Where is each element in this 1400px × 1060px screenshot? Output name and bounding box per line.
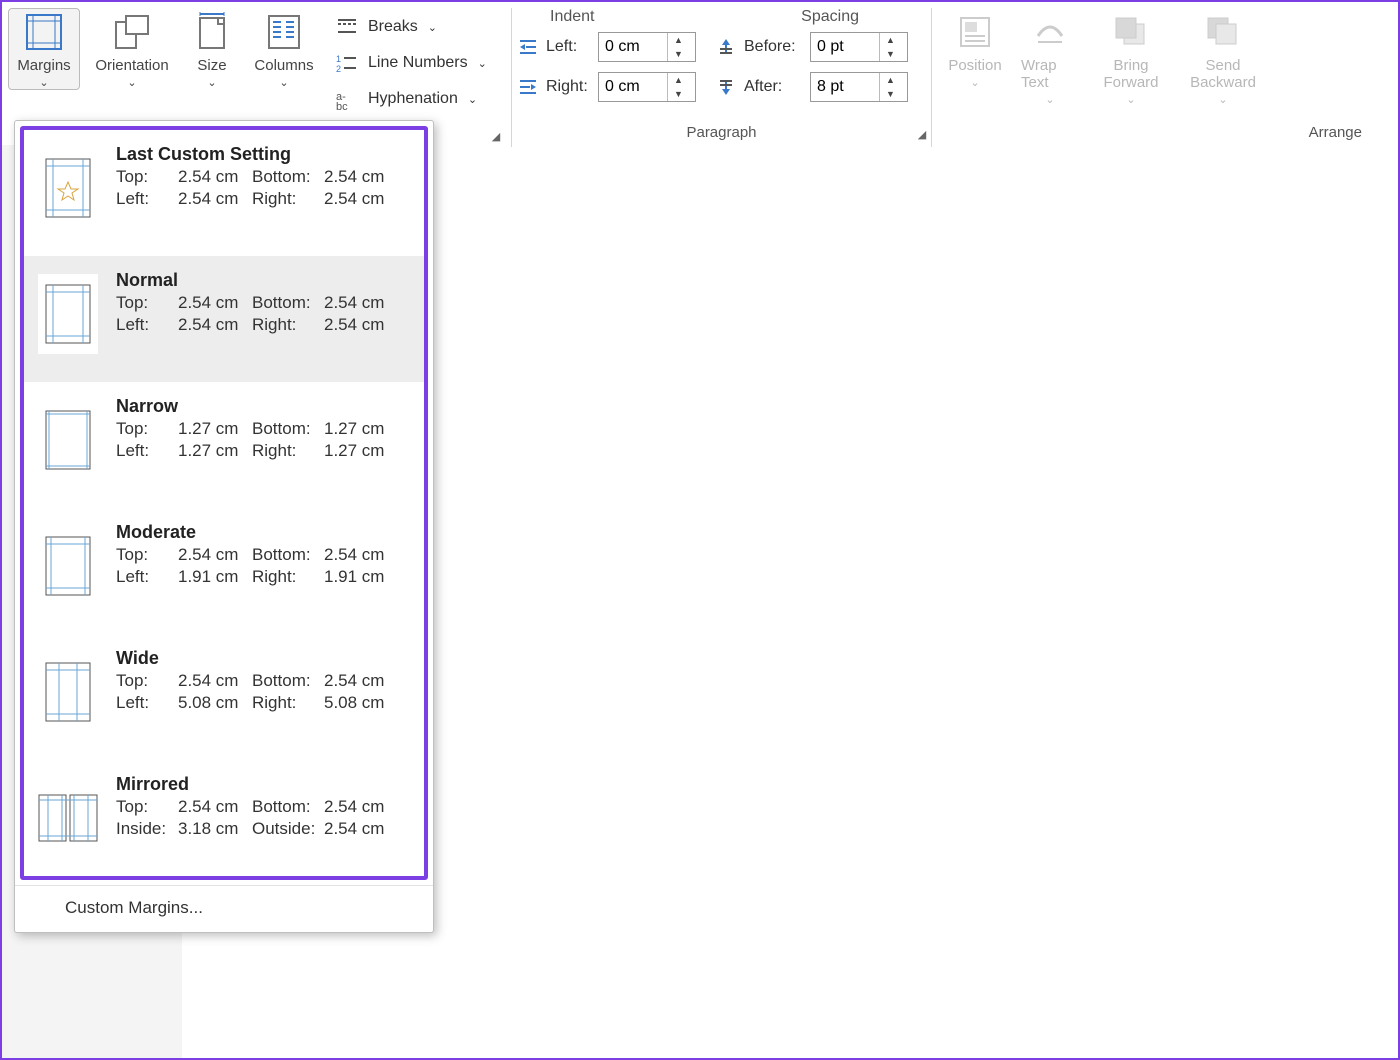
spinner-arrows[interactable]: ▲▼	[879, 33, 901, 61]
chevron-down-icon: ⌄	[279, 78, 288, 89]
spacing-after-icon	[716, 77, 738, 97]
line-numbers-button[interactable]: 12 Line Numbers ⌄	[334, 48, 487, 78]
indent-left-input[interactable]: ▲▼	[598, 32, 696, 62]
indent-right-input[interactable]: ▲▼	[598, 72, 696, 102]
margins-icon	[24, 11, 64, 53]
margin-option-moderate[interactable]: Moderate Top:2.54 cm Bottom:2.54 cm Left…	[24, 508, 424, 634]
margin-thumb-icon	[38, 274, 98, 354]
breaks-button[interactable]: Breaks ⌄	[334, 12, 487, 42]
columns-label: Columns	[254, 57, 313, 74]
chevron-down-icon: ⌄	[1045, 95, 1054, 106]
chevron-down-icon: ⌄	[39, 78, 48, 89]
page-setup-launcher[interactable]: ◢	[489, 129, 503, 143]
spinner-arrows[interactable]: ▲▼	[879, 73, 901, 101]
margin-option-mirrored[interactable]: Mirrored Top:2.54 cm Bottom:2.54 cm Insi…	[24, 760, 424, 876]
group-paragraph: Indent Spacing Left: ▲▼ Before:	[512, 8, 932, 147]
bring-forward-icon	[1112, 11, 1150, 53]
orientation-icon	[112, 11, 152, 53]
chevron-down-icon: ⌄	[127, 78, 136, 89]
spinner-arrows[interactable]: ▲▼	[667, 33, 689, 61]
margins-label: Margins	[17, 57, 70, 74]
spinner-arrows[interactable]: ▲▼	[667, 73, 689, 101]
spacing-before-input[interactable]: ▲▼	[810, 32, 908, 62]
group-arrange: Position ⌄ Wrap Text ⌄ Bring Forward ⌄	[932, 8, 1398, 147]
option-title: Mirrored	[116, 774, 412, 795]
margins-options-highlight: Last Custom Setting Top:2.54 cm Bottom:2…	[20, 126, 428, 880]
spacing-after-label: After:	[744, 78, 782, 96]
spacing-before-icon	[716, 37, 738, 57]
chevron-down-icon: ⌄	[468, 93, 477, 106]
bring-forward-button: Bring Forward ⌄	[1088, 8, 1174, 107]
indent-right-value[interactable]	[599, 73, 667, 101]
spacing-before-value[interactable]	[811, 33, 879, 61]
margin-thumb-icon	[38, 526, 98, 606]
margin-thumb-icon	[38, 148, 98, 228]
margins-button[interactable]: Margins ⌄	[8, 8, 80, 90]
paragraph-launcher[interactable]: ◢	[915, 127, 929, 141]
svg-text:1: 1	[336, 54, 341, 64]
margin-option-narrow[interactable]: Narrow Top:1.27 cm Bottom:1.27 cm Left:1…	[24, 382, 424, 508]
size-button[interactable]: Size ⌄	[184, 8, 240, 90]
hyphenation-label: Hyphenation	[368, 90, 458, 108]
option-title: Last Custom Setting	[116, 144, 412, 165]
indent-header: Indent	[550, 8, 594, 26]
orientation-button[interactable]: Orientation ⌄	[86, 8, 178, 90]
spacing-after-value[interactable]	[811, 73, 879, 101]
wrap-text-label: Wrap Text	[1021, 57, 1079, 91]
breaks-icon	[334, 16, 360, 38]
margin-thumb-icon	[38, 652, 98, 732]
option-title: Narrow	[116, 396, 412, 417]
columns-button[interactable]: Columns ⌄	[246, 8, 322, 90]
option-title: Wide	[116, 648, 412, 669]
position-icon	[957, 11, 993, 53]
margin-option-last-custom[interactable]: Last Custom Setting Top:2.54 cm Bottom:2…	[24, 130, 424, 256]
margin-thumb-icon	[38, 400, 98, 480]
svg-text:bc: bc	[336, 101, 348, 110]
margin-option-normal[interactable]: Normal Top:2.54 cm Bottom:2.54 cm Left:2…	[24, 256, 424, 382]
chevron-down-icon: ⌄	[970, 78, 979, 89]
chevron-down-icon: ⌄	[1126, 95, 1135, 106]
position-label: Position	[948, 57, 1001, 74]
margins-dropdown: Last Custom Setting Top:2.54 cm Bottom:2…	[14, 120, 434, 933]
margin-option-wide[interactable]: Wide Top:2.54 cm Bottom:2.54 cm Left:5.0…	[24, 634, 424, 760]
chevron-down-icon: ⌄	[207, 78, 216, 89]
chevron-down-icon: ⌄	[1218, 95, 1227, 106]
indent-left-icon	[518, 37, 540, 57]
line-numbers-label: Line Numbers	[368, 54, 468, 72]
send-backward-icon	[1204, 11, 1242, 53]
indent-right-icon	[518, 77, 540, 97]
send-backward-label: Send Backward	[1183, 57, 1263, 91]
margin-thumb-icon	[38, 778, 98, 858]
svg-text:2: 2	[336, 64, 341, 74]
breaks-label: Breaks	[368, 18, 418, 36]
send-backward-button: Send Backward ⌄	[1180, 8, 1266, 107]
size-icon	[195, 11, 229, 53]
columns-icon	[266, 11, 302, 53]
line-numbers-icon: 12	[334, 52, 360, 74]
orientation-label: Orientation	[95, 57, 168, 74]
spacing-after-input[interactable]: ▲▼	[810, 72, 908, 102]
indent-left-label: Left:	[546, 38, 577, 56]
bring-forward-label: Bring Forward	[1091, 57, 1171, 91]
group-paragraph-label: Paragraph	[518, 121, 925, 145]
chevron-down-icon: ⌄	[478, 57, 487, 70]
custom-margins-button[interactable]: Custom Margins...	[15, 885, 433, 932]
spacing-header: Spacing	[801, 8, 859, 26]
option-title: Moderate	[116, 522, 412, 543]
position-button: Position ⌄	[938, 8, 1012, 90]
spacing-before-label: Before:	[744, 38, 796, 56]
size-label: Size	[197, 57, 226, 74]
wrap-text-button: Wrap Text ⌄	[1018, 8, 1082, 107]
chevron-down-icon: ⌄	[428, 21, 437, 34]
hyphenation-button[interactable]: a-bc Hyphenation ⌄	[334, 84, 487, 114]
group-arrange-label: Arrange	[938, 121, 1392, 145]
wrap-text-icon	[1032, 11, 1068, 53]
indent-right-label: Right:	[546, 78, 588, 96]
hyphenation-icon: a-bc	[334, 88, 360, 110]
option-title: Normal	[116, 270, 412, 291]
indent-left-value[interactable]	[599, 33, 667, 61]
